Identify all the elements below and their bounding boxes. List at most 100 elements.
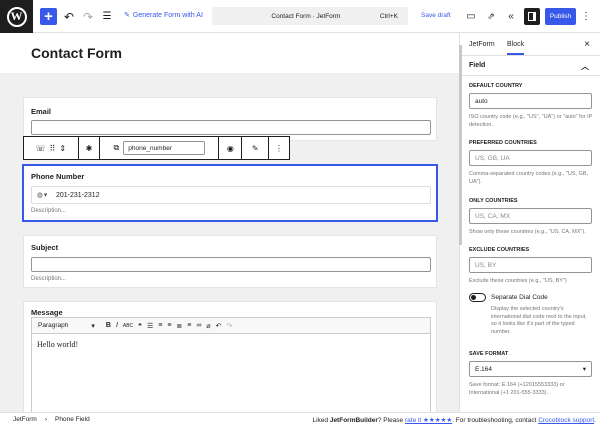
generate-form-ai-button[interactable]: ✎ Generate Form with AI: [124, 11, 203, 20]
subject-field-block[interactable]: Subject Description...: [23, 235, 437, 288]
phone-description[interactable]: Description...: [31, 208, 66, 214]
options-menu-icon[interactable]: ⋮: [581, 8, 591, 25]
align-right-icon[interactable]: ≡: [187, 322, 191, 329]
paragraph-select[interactable]: Paragraph: [38, 322, 68, 329]
block-toolbar: ☏ ⠿ ⇕ ✱ ⧉ phone_number ◉ ✎ ⋮: [23, 136, 290, 160]
save-format-select[interactable]: E.164 ▾: [469, 361, 592, 377]
quote-icon[interactable]: ❝: [138, 322, 142, 330]
only-countries-label: ONLY COUNTRIES: [469, 198, 518, 204]
message-editor[interactable]: Hello world!: [31, 334, 431, 412]
align-left-icon[interactable]: ≡: [167, 322, 171, 329]
close-icon[interactable]: ×: [584, 39, 590, 50]
view-post-icon[interactable]: ⇗: [485, 8, 497, 25]
only-countries-input[interactable]: US, CA, MX: [469, 208, 592, 224]
add-block-button[interactable]: +: [40, 8, 57, 25]
copy-icon[interactable]: ⧉: [114, 143, 120, 153]
message-field-block[interactable]: Message Paragraph ▾ B I ABC ❝ ☰ ≡ ≡ ≣ ≡ …: [23, 301, 437, 412]
command-palette[interactable]: Contact Form · JetForm Ctrl+K: [212, 7, 408, 25]
document-overview-icon[interactable]: ☰: [101, 8, 113, 25]
rate-link[interactable]: rate it ★★★★★: [405, 417, 452, 424]
command-title: Contact Form · JetForm: [271, 12, 341, 20]
support-link[interactable]: Crocoblock support: [538, 417, 594, 424]
troubleshoot-text: . For troubleshooting, contact: [452, 417, 537, 424]
country-selector[interactable]: ◍ ▾: [32, 191, 52, 199]
liked-text: Liked: [312, 417, 329, 424]
field-panel-header[interactable]: Field ︿: [460, 56, 600, 76]
preferred-countries-input[interactable]: US, GB, UA: [469, 150, 592, 166]
redo-icon[interactable]: ↷: [226, 322, 232, 330]
editor-canvas: Contact Form Email Phone Number ◍ ▾ 201-2…: [0, 33, 459, 412]
subject-input[interactable]: [31, 257, 431, 272]
title-area: Contact Form: [0, 33, 459, 73]
save-draft-button[interactable]: Save draft: [421, 12, 451, 19]
exclude-countries-help: Exclude these countries (e.g., "US, BY"): [469, 278, 567, 284]
breadcrumb-root[interactable]: JetForm: [13, 416, 37, 423]
default-country-help: ISO country code (e.g., "US", "UA") or "…: [469, 114, 593, 128]
default-country-input[interactable]: auto: [469, 93, 592, 109]
default-country-label: DEFAULT COUNTRY: [469, 83, 523, 89]
drag-handle-icon[interactable]: ⠿: [50, 144, 56, 153]
settings-sidebar-toggle[interactable]: [524, 8, 540, 25]
sidebar-scrollbar[interactable]: [459, 45, 462, 245]
strikethrough-icon[interactable]: ABC: [123, 323, 133, 329]
phone-field-block[interactable]: Phone Number ◍ ▾ 201-231-2312 Description…: [22, 164, 438, 222]
end-text: .: [594, 417, 596, 424]
required-toggle[interactable]: ✱: [79, 137, 101, 159]
style-button[interactable]: ✎: [242, 137, 270, 159]
block-switcher[interactable]: ☏ ⠿ ⇕: [24, 137, 79, 159]
magic-wand-icon: ✎: [124, 12, 130, 19]
field-name-input[interactable]: phone_number: [123, 141, 206, 155]
chevron-down-icon: ▾: [43, 192, 48, 199]
subject-label: Subject: [31, 243, 59, 252]
move-updown-icon[interactable]: ⇕: [59, 144, 66, 153]
collapse-icon[interactable]: «: [505, 8, 517, 25]
field-panel-title: Field: [469, 62, 486, 69]
more-vertical-icon: ⋮: [275, 143, 284, 153]
please-text: ? Please: [377, 417, 404, 424]
rich-text-toolbar: Paragraph ▾ B I ABC ❝ ☰ ≡ ≡ ≣ ≡ ∞ ⌀ ↶ ↷: [31, 317, 431, 334]
redo-icon[interactable]: ↷: [82, 8, 94, 25]
breadcrumb-separator: ›: [44, 415, 48, 423]
unlink-icon[interactable]: ⌀: [206, 322, 210, 330]
exclude-countries-label: EXCLUDE COUNTRIES: [469, 247, 530, 253]
separate-dial-code-label: Separate Dial Code: [491, 294, 548, 301]
numbered-list-icon[interactable]: ≡: [158, 322, 162, 329]
tab-jetform[interactable]: JetForm: [469, 41, 495, 48]
only-countries-help: Show only these countries (e.g., "US, CA…: [469, 229, 586, 235]
italic-icon[interactable]: I: [116, 322, 118, 329]
align-center-icon[interactable]: ≣: [176, 322, 182, 330]
page-title[interactable]: Contact Form: [31, 45, 122, 61]
preview-device-icon[interactable]: ▭: [465, 8, 477, 25]
editor-topbar: W + ↶ ↷ ☰ ✎ Generate Form with AI Contact…: [0, 0, 600, 33]
separate-dial-code-help: Display the selected country's internati…: [491, 306, 587, 335]
generate-form-label: Generate Form with AI: [132, 11, 203, 19]
brush-icon: ✎: [251, 143, 259, 153]
link-icon[interactable]: ∞: [196, 322, 201, 329]
wordpress-icon: W: [6, 6, 27, 27]
preferred-countries-label: PREFERRED COUNTRIES: [469, 140, 537, 146]
visibility-toggle[interactable]: ◉: [219, 137, 243, 159]
toggle-knob: [471, 295, 476, 300]
sidebar-icon: [528, 12, 536, 21]
brand-name: JetFormBuilder: [329, 417, 378, 424]
save-format-value: E.164: [475, 365, 492, 373]
settings-sidebar: JetForm Block × Field ︿ DEFAULT COUNTRY …: [459, 33, 600, 412]
undo-icon[interactable]: ↶: [63, 8, 75, 25]
chevron-down-icon: ▾: [582, 366, 586, 373]
exclude-countries-input[interactable]: US, BY: [469, 257, 592, 273]
separate-dial-code-toggle[interactable]: [469, 293, 486, 302]
email-label: Email: [31, 107, 52, 116]
undo-icon[interactable]: ↶: [216, 322, 222, 330]
wordpress-logo[interactable]: W: [0, 0, 33, 33]
subject-description[interactable]: Description...: [31, 276, 66, 282]
publish-button[interactable]: Publish: [545, 8, 576, 25]
breadcrumb-current[interactable]: Phone Field: [55, 416, 90, 423]
tab-block[interactable]: Block: [507, 41, 525, 55]
phone-input[interactable]: ◍ ▾ 201-231-2312: [31, 186, 431, 204]
email-field-block[interactable]: Email: [23, 97, 437, 141]
bold-icon[interactable]: B: [106, 322, 111, 329]
more-options-button[interactable]: ⋮: [269, 137, 289, 159]
email-input[interactable]: [31, 120, 431, 135]
bullet-list-icon[interactable]: ☰: [147, 322, 153, 330]
chevron-down-icon[interactable]: ▾: [91, 322, 95, 330]
